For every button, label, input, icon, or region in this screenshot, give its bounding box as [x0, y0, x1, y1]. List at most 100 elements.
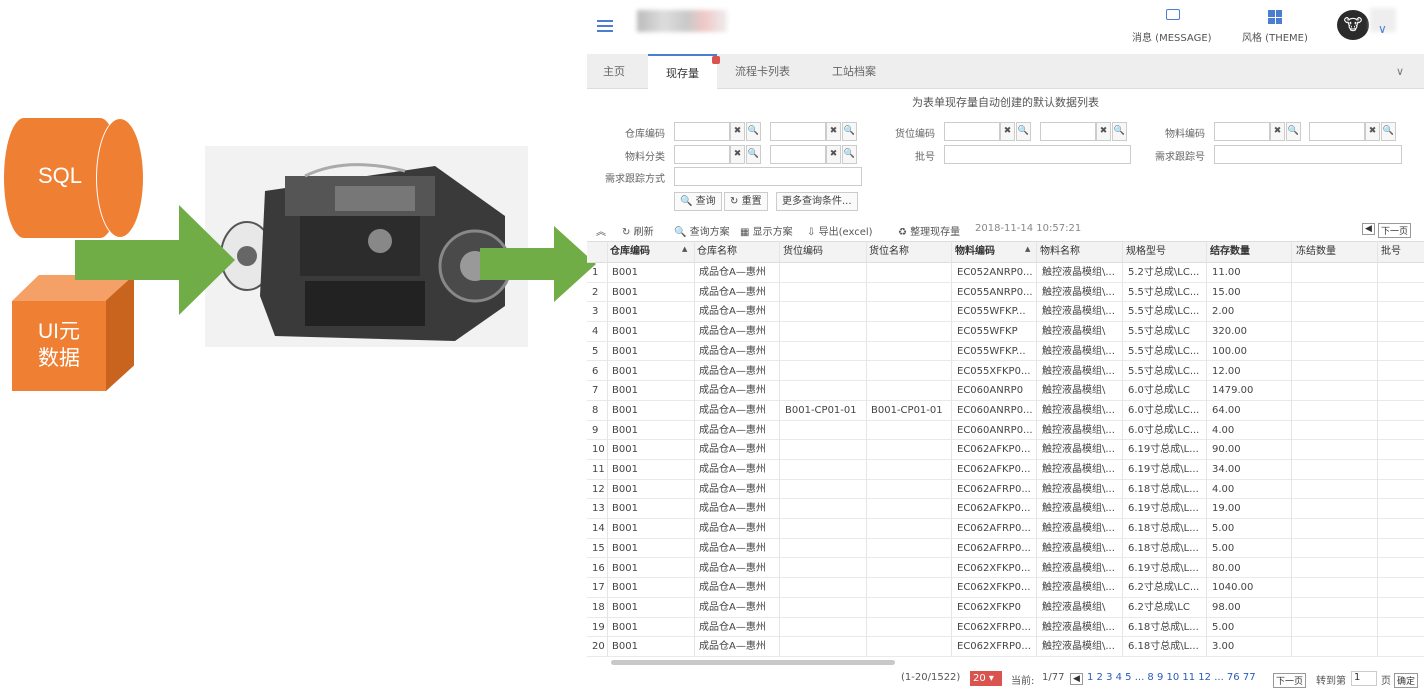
- table-cell: 11.00: [1212, 267, 1241, 278]
- table-cell: 4.00: [1212, 483, 1235, 495]
- clear-icon[interactable]: ✖: [826, 145, 841, 164]
- clear-icon[interactable]: ✖: [1270, 122, 1285, 141]
- clear-icon[interactable]: ✖: [1000, 122, 1015, 141]
- table-cell: 98.00: [1212, 601, 1241, 613]
- column-header[interactable]: 货位名称: [869, 241, 953, 263]
- location-code-to-input[interactable]: [1040, 122, 1096, 141]
- clear-icon[interactable]: ✖: [1365, 122, 1380, 141]
- table-cell: [1298, 362, 1377, 382]
- more-conditions-button[interactable]: 更多查询条件...: [776, 192, 858, 211]
- warehouse-code-to-input[interactable]: [770, 122, 826, 141]
- table-cell: [1298, 519, 1377, 539]
- material-class-to-input[interactable]: [770, 145, 826, 164]
- column-header[interactable]: 结存数量: [1210, 241, 1294, 263]
- table-cell: [1298, 381, 1377, 401]
- batch-input[interactable]: [944, 145, 1131, 164]
- table-cell: [871, 519, 951, 539]
- column-divider: [866, 241, 867, 657]
- material-code-to-input[interactable]: [1309, 122, 1365, 141]
- table-cell: [785, 440, 865, 460]
- refresh-icon: ↻: [622, 227, 631, 238]
- search-icon[interactable]: 🔍: [842, 122, 857, 141]
- clear-icon[interactable]: ✖: [730, 145, 745, 164]
- column-divider: [951, 241, 952, 657]
- windows-theme-icon[interactable]: [1268, 10, 1282, 24]
- table-cell: 5.5寸总成\LC...: [1128, 286, 1200, 298]
- column-header[interactable]: 仓库名称: [697, 241, 781, 263]
- column-header[interactable]: 批号: [1381, 241, 1424, 263]
- material-class-from-input[interactable]: [674, 145, 730, 164]
- hamburger-menu-icon[interactable]: [597, 20, 613, 32]
- footer-next-page-button[interactable]: 下一页: [1273, 673, 1307, 688]
- refresh-label: 刷新: [633, 227, 654, 238]
- location-code-from-input[interactable]: [944, 122, 1000, 141]
- refresh-button[interactable]: ↻ 刷新: [622, 223, 654, 238]
- column-header[interactable]: 货位编码: [783, 241, 867, 263]
- demand-track-input[interactable]: [1214, 145, 1402, 164]
- prev-page-icon[interactable]: ◀: [1070, 673, 1083, 685]
- current-label: 当前:: [1011, 676, 1035, 687]
- close-tab-icon[interactable]: [712, 56, 720, 64]
- reorganize-inventory-button[interactable]: ♻ 整理现存量: [898, 223, 960, 238]
- table-cell: [1298, 539, 1377, 559]
- message-label[interactable]: 消息 (MESSAGE): [1132, 29, 1212, 44]
- confirm-button[interactable]: 确定: [1394, 673, 1419, 688]
- prev-page-icon[interactable]: ◀: [1362, 223, 1375, 235]
- material-code-from-input[interactable]: [1214, 122, 1270, 141]
- table-cell: 6.18寸总成\L...: [1128, 542, 1199, 554]
- tab-home[interactable]: 主页: [589, 54, 639, 89]
- query-button[interactable]: 🔍 查询: [674, 192, 722, 211]
- table-cell: [1298, 480, 1377, 500]
- tab-process-card-list[interactable]: 流程卡列表: [721, 54, 804, 89]
- message-icon[interactable]: [1166, 9, 1180, 20]
- table-cell: B001: [612, 621, 638, 633]
- table-cell: B001: [612, 483, 638, 495]
- column-header[interactable]: 物料名称: [1040, 241, 1124, 263]
- table-cell: 触控液晶模组\: [1042, 601, 1106, 613]
- next-page-button[interactable]: 下一页: [1378, 223, 1412, 238]
- table-cell: 5.00: [1212, 542, 1235, 554]
- table-cell: EC055ANRP0...: [957, 286, 1033, 298]
- clear-icon[interactable]: ✖: [1096, 122, 1111, 141]
- column-header[interactable]: 冻结数量: [1296, 241, 1379, 263]
- export-excel-button[interactable]: ⇩ 导出(excel): [807, 223, 873, 238]
- search-icon[interactable]: 🔍: [1016, 122, 1031, 141]
- page-size-select[interactable]: 20 ▾: [970, 671, 1002, 686]
- collapse-icon[interactable]: ︽: [596, 223, 606, 238]
- form-title: 为表单现存量自动创建的默认数据列表: [912, 96, 1099, 109]
- reset-icon: ↻: [730, 196, 739, 207]
- query-scheme-button[interactable]: 🔍 查询方案: [674, 223, 730, 238]
- page-links[interactable]: 1 2 3 4 5 ... 8 9 10 11 12 ... 76 77: [1087, 672, 1256, 683]
- table-cell: 触控液晶模组\...: [1042, 523, 1115, 535]
- tabs-dropdown-icon[interactable]: ∨: [1396, 65, 1404, 78]
- search-icon[interactable]: 🔍: [746, 145, 761, 164]
- reset-button[interactable]: ↻ 重置: [724, 192, 768, 211]
- sql-label: SQL: [37, 163, 83, 188]
- sort-asc-icon[interactable]: ▲: [1025, 245, 1030, 253]
- table-cell: 触控液晶模组\...: [1042, 267, 1115, 278]
- table-cell: EC055WFKP...: [957, 345, 1026, 357]
- search-icon[interactable]: 🔍: [746, 122, 761, 141]
- table-cell: [1298, 637, 1377, 657]
- demand-method-input[interactable]: [674, 167, 862, 186]
- search-icon[interactable]: 🔍: [842, 145, 857, 164]
- goto-page-input[interactable]: 1: [1351, 671, 1377, 686]
- search-icon[interactable]: 🔍: [1286, 122, 1301, 141]
- warehouse-code-from-input[interactable]: [674, 122, 730, 141]
- table-cell: 成品仓A—惠州: [699, 582, 766, 594]
- horizontal-scrollbar[interactable]: [611, 660, 895, 665]
- search-icon[interactable]: 🔍: [1381, 122, 1396, 141]
- clear-icon[interactable]: ✖: [826, 122, 841, 141]
- avatar[interactable]: 🐮: [1337, 10, 1369, 40]
- tab-inventory[interactable]: 现存量: [648, 54, 717, 89]
- table-cell: [785, 637, 865, 657]
- tab-station-archive[interactable]: 工站档案: [818, 54, 890, 89]
- table-cell: 6.0寸总成\LC: [1128, 385, 1190, 397]
- chevron-down-icon[interactable]: ∨: [1378, 22, 1387, 36]
- theme-label[interactable]: 风格 (THEME): [1242, 29, 1308, 44]
- clear-icon[interactable]: ✖: [730, 122, 745, 141]
- search-icon[interactable]: 🔍: [1112, 122, 1127, 141]
- display-scheme-button[interactable]: ▦ 显示方案: [740, 223, 793, 238]
- column-header[interactable]: 规格型号: [1126, 241, 1208, 263]
- sort-asc-icon[interactable]: ▲: [682, 245, 687, 253]
